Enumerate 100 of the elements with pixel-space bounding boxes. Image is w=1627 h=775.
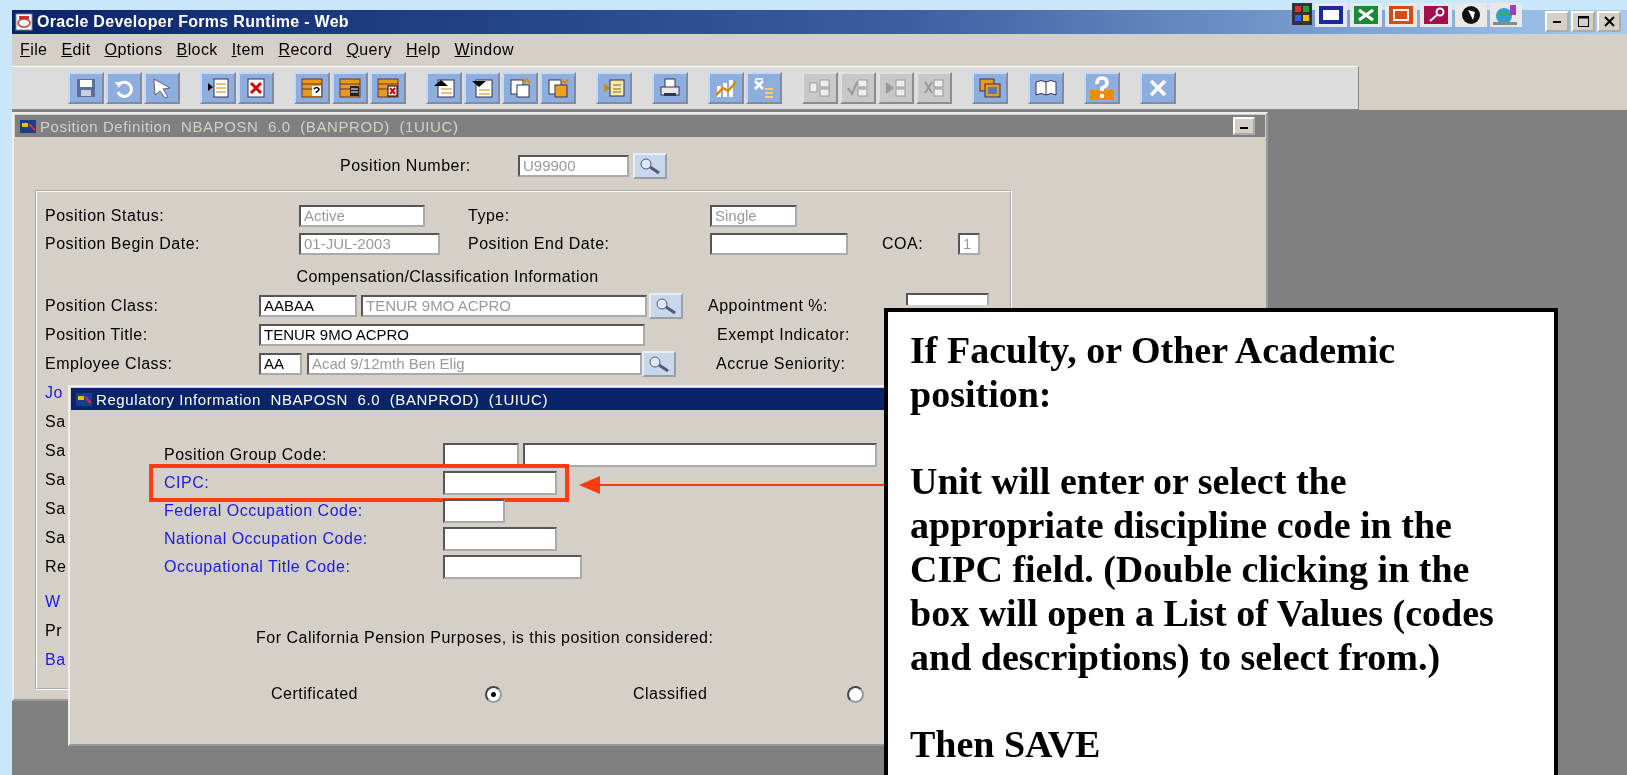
record-up-icon: [508, 76, 532, 100]
field-label: Type:: [468, 207, 511, 225]
field-label: Federal Occupation Code:: [164, 502, 364, 520]
text-field[interactable]: [443, 527, 557, 551]
field-label: Position Begin Date:: [45, 235, 201, 253]
windows-icon: [978, 76, 1002, 100]
form-window-title: Position Definition NBAPOSN 6.0 (BANPROD) (1UIUC): [40, 117, 460, 135]
close-button[interactable]: [1597, 11, 1621, 32]
text-field[interactable]: [443, 555, 582, 579]
option-label: Certificated: [271, 685, 359, 703]
form-icon: [19, 118, 37, 134]
text-field[interactable]: TENUR 9MO ACPRO: [259, 323, 645, 346]
callout-text: If Faculty, or Other Academic position:: [910, 328, 1397, 416]
minimize-button[interactable]: [1545, 11, 1569, 32]
menu-item[interactable]: Window: [454, 41, 514, 59]
text-field[interactable]: [443, 471, 557, 495]
text-field[interactable]: [443, 499, 505, 523]
field-label: Sa: [45, 412, 66, 431]
maximize-button[interactable]: [1571, 11, 1595, 32]
presentation-icon: [1385, 3, 1417, 27]
field-label: Re: [45, 557, 67, 576]
cancel-query-icon: [376, 76, 400, 100]
field-label: Accrue Seniority:: [716, 354, 846, 373]
statistics-icon: [752, 76, 776, 100]
toolbar-button[interactable]: [426, 72, 462, 104]
search-icon: [638, 157, 662, 175]
menu-item[interactable]: Item: [231, 41, 265, 59]
help-icon: [1090, 76, 1114, 100]
toolbar-button[interactable]: [1028, 72, 1064, 104]
close-icon: [1602, 15, 1616, 28]
lookup-button[interactable]: [633, 153, 667, 179]
insert-record-icon: [206, 76, 230, 100]
record-down-icon: [546, 76, 570, 100]
callout-text: Then SAVE: [910, 722, 1102, 766]
field-label: Position End Date:: [468, 235, 611, 253]
block-navigation-icon: [808, 76, 832, 100]
field-label: W: [45, 592, 61, 611]
maximize-icon: [1576, 15, 1590, 28]
search-icon: [654, 296, 678, 315]
menu-item[interactable]: Record: [278, 41, 333, 59]
lookup-button[interactable]: [649, 292, 683, 319]
field-label: Position Group Code:: [164, 446, 328, 464]
window-title: Oracle Developer Forms Runtime - Web: [37, 13, 349, 31]
field-label: Ba: [45, 650, 66, 669]
field-label: Jo: [45, 383, 63, 402]
menu-item[interactable]: Help: [406, 41, 441, 59]
form-icon: [75, 391, 93, 407]
menu-item[interactable]: Block: [176, 41, 218, 59]
field-label: CIPC:: [164, 474, 211, 492]
spreadsheet-icon: [1350, 3, 1382, 27]
search-icon: [647, 354, 671, 373]
text-field[interactable]: [443, 443, 519, 467]
lookup-button[interactable]: [642, 350, 676, 377]
field-label: Occupational Title Code:: [164, 558, 352, 576]
field-label: Employee Class:: [45, 354, 174, 373]
text-field[interactable]: [710, 233, 848, 255]
minimize-icon: [1553, 20, 1561, 23]
check-navigation-icon: [846, 76, 870, 100]
radio-button[interactable]: [847, 685, 864, 703]
delete-icon: [244, 76, 268, 100]
field-label: Position Number:: [340, 157, 472, 175]
toolbar-button[interactable]: [294, 72, 330, 104]
forward-navigation-icon: [884, 76, 908, 100]
field-label: Sa: [45, 528, 66, 547]
menu-item[interactable]: Options: [104, 41, 163, 59]
toolbar-button[interactable]: [464, 72, 500, 104]
grid-icon: [1292, 3, 1312, 25]
minimize-button[interactable]: [1233, 117, 1255, 135]
option-label: Classified: [633, 685, 709, 703]
radio-button[interactable]: [485, 685, 502, 703]
field-label: Position Status:: [45, 207, 166, 225]
menu-item[interactable]: Edit: [61, 41, 91, 59]
question-text: For California Pension Purposes, is this position considered:: [256, 629, 715, 647]
toolbar-button[interactable]: [370, 72, 406, 104]
menu-item[interactable]: Query: [346, 41, 393, 59]
text-field[interactable]: [906, 293, 989, 305]
field-label: Position Class:: [45, 296, 160, 315]
block-up-icon: [432, 76, 456, 100]
field-label: Appointment %:: [708, 296, 829, 315]
globe-icon: [1490, 3, 1522, 27]
field-label: Pr: [45, 621, 62, 640]
key-icon: [1420, 3, 1452, 27]
toolbar-button[interactable]: [652, 72, 688, 104]
cross-navigation-icon: [922, 76, 946, 100]
block-down-icon: [470, 76, 494, 100]
section-heading: Compensation/Classification Information: [296, 268, 599, 286]
app-icon: [15, 13, 33, 31]
query-icon: [300, 76, 324, 100]
circle-app-icon: [1455, 3, 1487, 27]
field-label: Position Title:: [45, 325, 149, 344]
field-label: Sa: [45, 470, 66, 489]
list-icon: [602, 76, 626, 100]
menu-item[interactable]: File: [20, 41, 48, 59]
document-app-icon: [1315, 3, 1347, 27]
callout-text: Unit will enter or select the appropriate discipline code in the CIPC field. (Double clicking in the box will open a List of Values (codes and descriptions) to select from.): [910, 459, 1495, 679]
field-label: Exempt Indicator:: [717, 325, 850, 344]
toolbar-button[interactable]: [332, 72, 368, 104]
text-field[interactable]: [523, 443, 877, 467]
field-label: National Occupation Code:: [164, 530, 369, 548]
minimize-icon: [1240, 127, 1248, 129]
